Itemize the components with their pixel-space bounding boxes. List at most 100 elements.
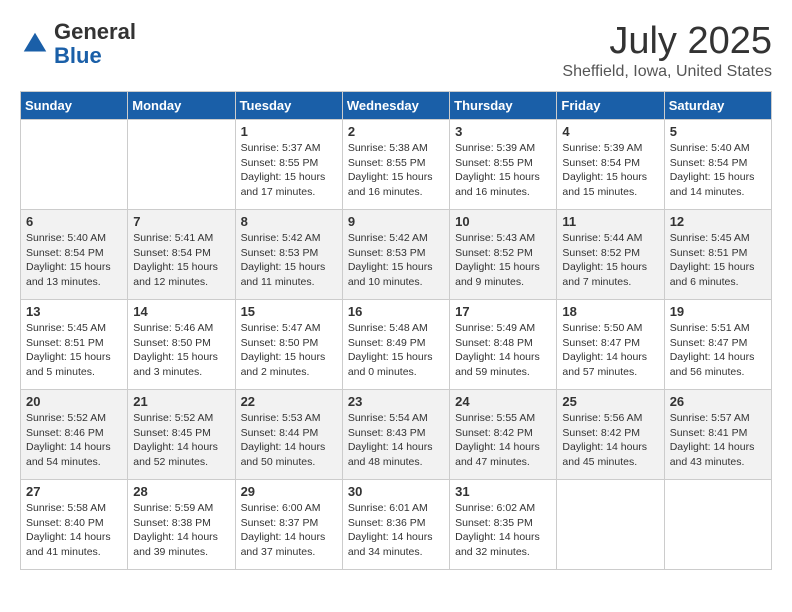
day-number: 30 <box>348 484 444 499</box>
day-number: 22 <box>241 394 337 409</box>
day-number: 28 <box>133 484 229 499</box>
day-info: Sunrise: 6:01 AMSunset: 8:36 PMDaylight:… <box>348 501 444 560</box>
day-info: Sunrise: 5:48 AMSunset: 8:49 PMDaylight:… <box>348 321 444 380</box>
calendar-cell: 31 Sunrise: 6:02 AMSunset: 8:35 PMDayligh… <box>450 480 557 570</box>
day-number: 11 <box>562 214 658 229</box>
week-row-2: 6Sunrise: 5:40 AMSunset: 8:54 PMDaylight… <box>21 210 772 300</box>
day-number: 31 <box>455 484 551 499</box>
calendar-cell: 8 Sunrise: 5:42 AMSunset: 8:53 PMDaylight… <box>235 210 342 300</box>
day-info: Sunrise: 5:50 AMSunset: 8:47 PMDaylight:… <box>562 321 658 380</box>
calendar-cell: 17 Sunrise: 5:49 AMSunset: 8:48 PMDayligh… <box>450 300 557 390</box>
calendar-cell: 23 Sunrise: 5:54 AMSunset: 8:43 PMDayligh… <box>342 390 449 480</box>
day-number: 1 <box>241 124 337 139</box>
calendar-cell: 20 Sunrise: 5:52 AMSunset: 8:46 PMDayligh… <box>21 390 128 480</box>
header-day-tuesday: Tuesday <box>235 92 342 120</box>
day-info: Sunrise: 5:52 AMSunset: 8:46 PMDaylight:… <box>26 411 122 470</box>
calendar-cell: 10Sunrise: 5:43 AMSunset: 8:52 PMDayligh… <box>450 210 557 300</box>
title-area: July 2025 Sheffield, Iowa, United States <box>562 20 772 81</box>
calendar-cell <box>21 120 128 210</box>
calendar-cell <box>557 480 664 570</box>
day-info: Sunrise: 5:46 AMSunset: 8:50 PMDaylight:… <box>133 321 229 380</box>
day-info: Sunrise: 5:40 AMSunset: 8:54 PMDaylight:… <box>26 231 122 290</box>
calendar-cell: 28 Sunrise: 5:59 AMSunset: 8:38 PMDayligh… <box>128 480 235 570</box>
day-info: Sunrise: 5:54 AMSunset: 8:43 PMDaylight:… <box>348 411 444 470</box>
logo-general: General <box>54 19 136 44</box>
calendar-cell: 14 Sunrise: 5:46 AMSunset: 8:50 PMDayligh… <box>128 300 235 390</box>
calendar-cell: 4 Sunrise: 5:39 AMSunset: 8:54 PMDaylight… <box>557 120 664 210</box>
week-row-3: 13 Sunrise: 5:45 AMSunset: 8:51 PMDayligh… <box>21 300 772 390</box>
day-number: 20 <box>26 394 122 409</box>
calendar-cell: 18 Sunrise: 5:50 AMSunset: 8:47 PMDayligh… <box>557 300 664 390</box>
calendar-cell: 11 Sunrise: 5:44 AMSunset: 8:52 PMDayligh… <box>557 210 664 300</box>
day-info: Sunrise: 5:42 AMSunset: 8:53 PMDaylight:… <box>241 231 337 290</box>
calendar-table: SundayMondayTuesdayWednesdayThursdayFrid… <box>20 91 772 570</box>
calendar-cell: 6Sunrise: 5:40 AMSunset: 8:54 PMDaylight… <box>21 210 128 300</box>
day-info: Sunrise: 6:00 AMSunset: 8:37 PMDaylight:… <box>241 501 337 560</box>
day-number: 24 <box>455 394 551 409</box>
day-number: 5 <box>670 124 766 139</box>
header-day-wednesday: Wednesday <box>342 92 449 120</box>
calendar-cell <box>128 120 235 210</box>
day-number: 29 <box>241 484 337 499</box>
calendar-cell: 21 Sunrise: 5:52 AMSunset: 8:45 PMDayligh… <box>128 390 235 480</box>
calendar-body: 1Sunrise: 5:37 AMSunset: 8:55 PMDaylight… <box>21 120 772 570</box>
calendar-cell: 22 Sunrise: 5:53 AMSunset: 8:44 PMDayligh… <box>235 390 342 480</box>
calendar-cell: 15Sunrise: 5:47 AMSunset: 8:50 PMDayligh… <box>235 300 342 390</box>
day-info: Sunrise: 5:52 AMSunset: 8:45 PMDaylight:… <box>133 411 229 470</box>
calendar-cell: 27Sunrise: 5:58 AMSunset: 8:40 PMDayligh… <box>21 480 128 570</box>
header-row: SundayMondayTuesdayWednesdayThursdayFrid… <box>21 92 772 120</box>
day-number: 18 <box>562 304 658 319</box>
header-day-friday: Friday <box>557 92 664 120</box>
day-number: 9 <box>348 214 444 229</box>
day-number: 2 <box>348 124 444 139</box>
day-info: Sunrise: 5:51 AMSunset: 8:47 PMDaylight:… <box>670 321 766 380</box>
day-info: Sunrise: 5:45 AMSunset: 8:51 PMDaylight:… <box>26 321 122 380</box>
day-info: Sunrise: 5:53 AMSunset: 8:44 PMDaylight:… <box>241 411 337 470</box>
day-info: Sunrise: 5:49 AMSunset: 8:48 PMDaylight:… <box>455 321 551 380</box>
day-number: 21 <box>133 394 229 409</box>
calendar-cell <box>664 480 771 570</box>
day-info: Sunrise: 5:39 AMSunset: 8:54 PMDaylight:… <box>562 141 658 200</box>
day-number: 19 <box>670 304 766 319</box>
header-day-sunday: Sunday <box>21 92 128 120</box>
day-info: Sunrise: 5:47 AMSunset: 8:50 PMDaylight:… <box>241 321 337 380</box>
header-day-saturday: Saturday <box>664 92 771 120</box>
day-number: 3 <box>455 124 551 139</box>
header-day-thursday: Thursday <box>450 92 557 120</box>
logo-icon <box>20 29 50 59</box>
day-number: 4 <box>562 124 658 139</box>
calendar-cell: 1Sunrise: 5:37 AMSunset: 8:55 PMDaylight… <box>235 120 342 210</box>
day-info: Sunrise: 5:59 AMSunset: 8:38 PMDaylight:… <box>133 501 229 560</box>
location-title: Sheffield, Iowa, United States <box>562 63 772 81</box>
day-number: 14 <box>133 304 229 319</box>
calendar-cell: 12Sunrise: 5:45 AMSunset: 8:51 PMDayligh… <box>664 210 771 300</box>
day-number: 8 <box>241 214 337 229</box>
day-info: Sunrise: 5:55 AMSunset: 8:42 PMDaylight:… <box>455 411 551 470</box>
day-info: Sunrise: 5:44 AMSunset: 8:52 PMDaylight:… <box>562 231 658 290</box>
day-info: Sunrise: 5:41 AMSunset: 8:54 PMDaylight:… <box>133 231 229 290</box>
calendar-cell: 30 Sunrise: 6:01 AMSunset: 8:36 PMDayligh… <box>342 480 449 570</box>
calendar-cell: 16 Sunrise: 5:48 AMSunset: 8:49 PMDayligh… <box>342 300 449 390</box>
day-info: Sunrise: 5:56 AMSunset: 8:42 PMDaylight:… <box>562 411 658 470</box>
logo-text: General Blue <box>54 20 136 68</box>
calendar-cell: 13 Sunrise: 5:45 AMSunset: 8:51 PMDayligh… <box>21 300 128 390</box>
calendar-cell: 19 Sunrise: 5:51 AMSunset: 8:47 PMDayligh… <box>664 300 771 390</box>
calendar-cell: 29 Sunrise: 6:00 AMSunset: 8:37 PMDayligh… <box>235 480 342 570</box>
day-info: Sunrise: 5:58 AMSunset: 8:40 PMDaylight:… <box>26 501 122 560</box>
calendar-cell: 2Sunrise: 5:38 AMSunset: 8:55 PMDaylight… <box>342 120 449 210</box>
day-info: Sunrise: 5:57 AMSunset: 8:41 PMDaylight:… <box>670 411 766 470</box>
week-row-5: 27Sunrise: 5:58 AMSunset: 8:40 PMDayligh… <box>21 480 772 570</box>
page-header: General Blue July 2025 Sheffield, Iowa, … <box>20 20 772 81</box>
day-number: 23 <box>348 394 444 409</box>
day-number: 10 <box>455 214 551 229</box>
logo: General Blue <box>20 20 136 68</box>
month-title: July 2025 <box>562 20 772 63</box>
calendar-cell: 24 Sunrise: 5:55 AMSunset: 8:42 PMDayligh… <box>450 390 557 480</box>
day-number: 16 <box>348 304 444 319</box>
week-row-4: 20 Sunrise: 5:52 AMSunset: 8:46 PMDayligh… <box>21 390 772 480</box>
calendar-header: SundayMondayTuesdayWednesdayThursdayFrid… <box>21 92 772 120</box>
day-number: 13 <box>26 304 122 319</box>
day-info: Sunrise: 6:02 AMSunset: 8:35 PMDaylight:… <box>455 501 551 560</box>
day-number: 17 <box>455 304 551 319</box>
day-info: Sunrise: 5:42 AMSunset: 8:53 PMDaylight:… <box>348 231 444 290</box>
